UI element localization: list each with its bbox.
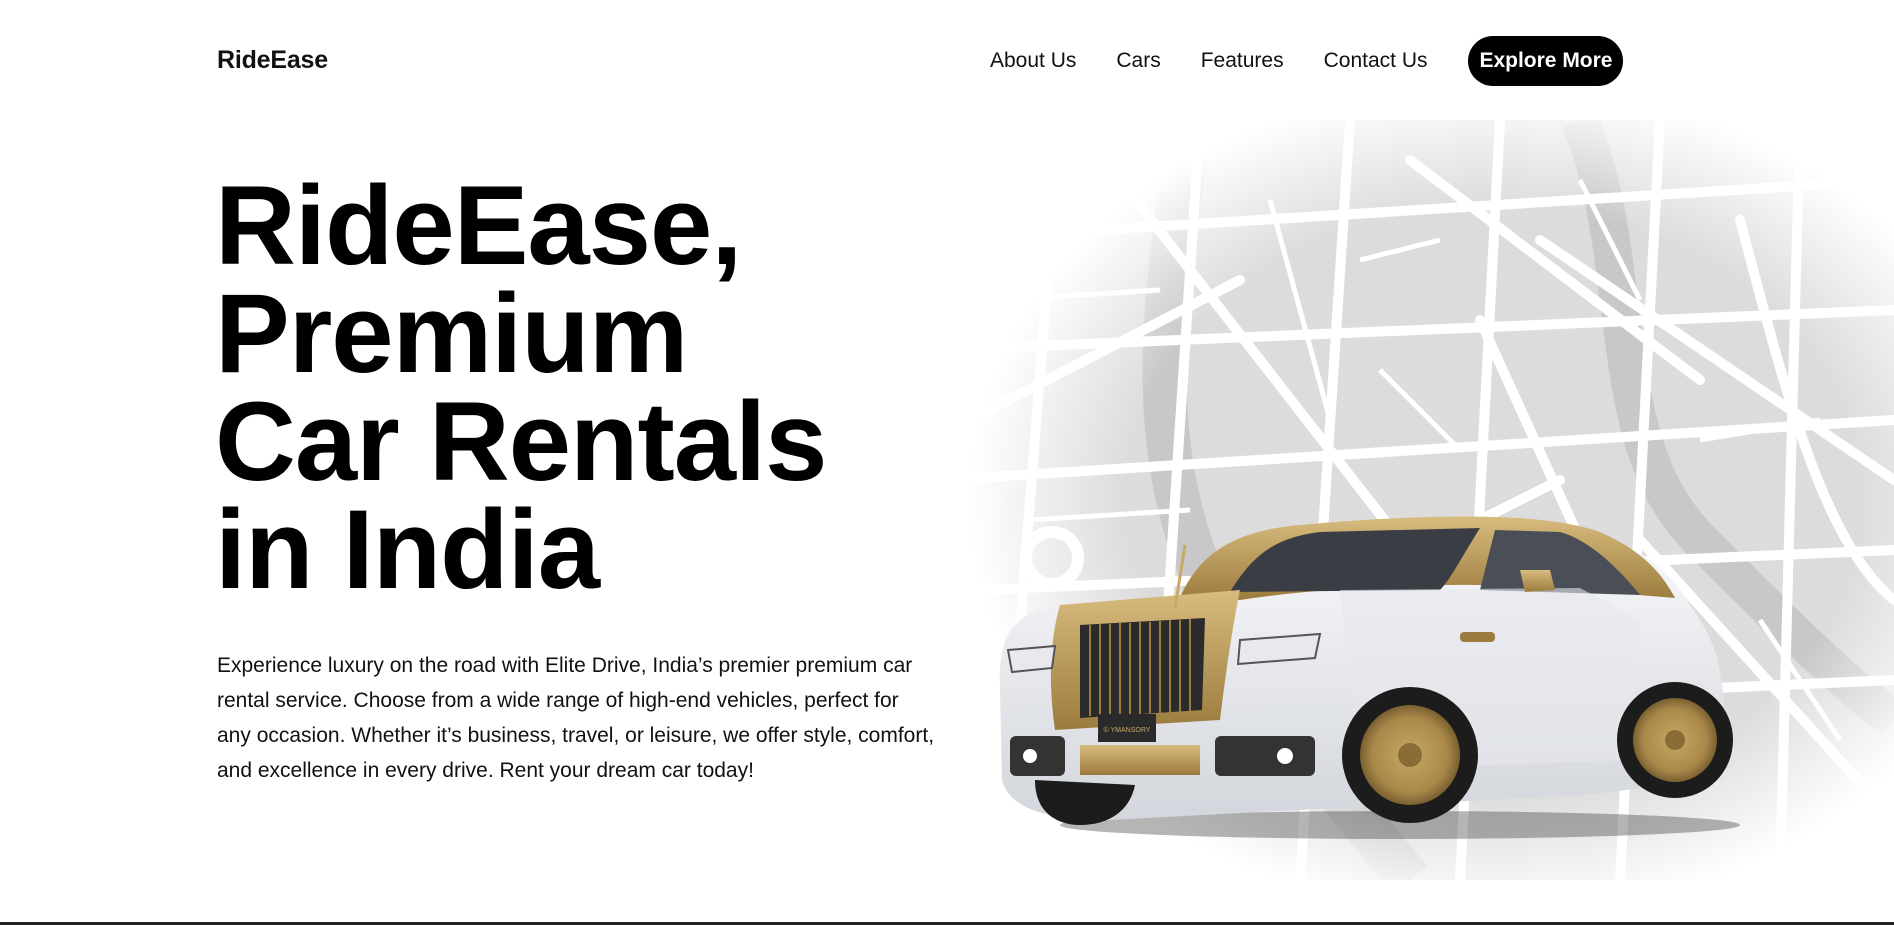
brand-logo[interactable]: RideEase — [217, 46, 328, 75]
hero-illustration: © YMANSORY — [940, 120, 1894, 880]
hero-title-line: Premium — [215, 271, 688, 396]
nav-contact-us[interactable]: Contact Us — [1324, 49, 1428, 73]
site-header: RideEase About Us Cars Features Contact … — [0, 0, 1894, 124]
hero-title-line: Car Rentals — [215, 379, 827, 504]
main-nav: About Us Cars Features Contact Us Explor… — [990, 36, 1624, 86]
explore-more-button[interactable]: Explore More — [1468, 36, 1624, 86]
hero-description: Experience luxury on the road with Elite… — [217, 654, 935, 782]
license-plate-text: © YMANSORY — [1104, 726, 1151, 734]
nav-about-us[interactable]: About Us — [990, 49, 1076, 73]
hero-title-line: RideEase, — [215, 163, 742, 288]
nav-cars[interactable]: Cars — [1116, 49, 1160, 73]
hero-title-line: in India — [215, 487, 600, 612]
nav-features[interactable]: Features — [1201, 49, 1284, 73]
hero-title: RideEase, Premium Car Rentals in India — [215, 163, 827, 612]
hero-visual: © YMANSORY — [940, 120, 1894, 880]
